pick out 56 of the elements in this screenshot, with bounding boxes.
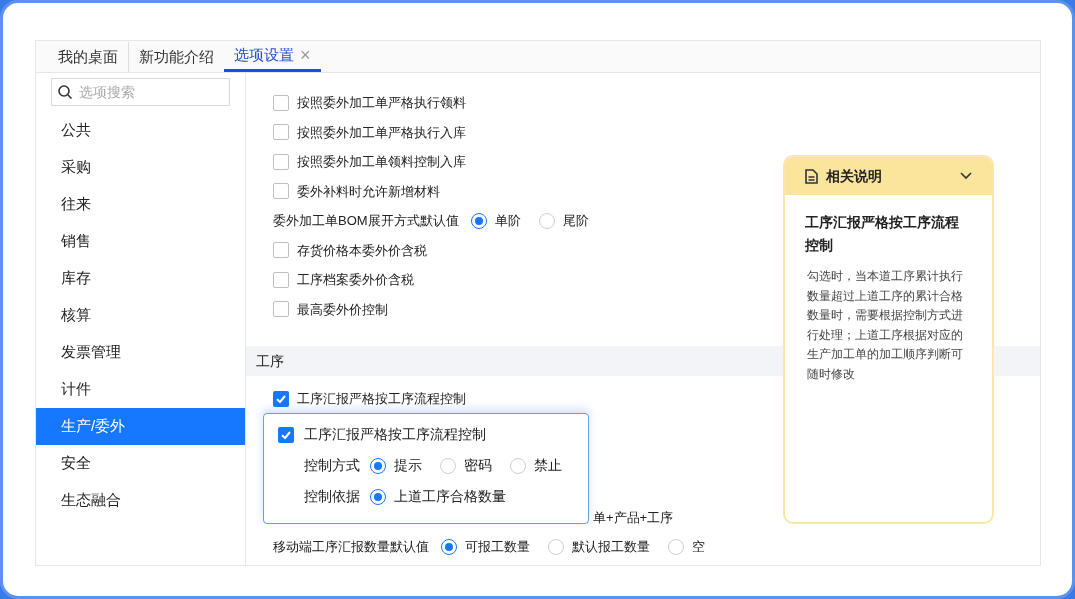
search-icon xyxy=(57,84,73,100)
sidebar-item[interactable]: 生态融合 xyxy=(36,482,245,519)
option-label: 委外加工单BOM展开方式默认值 xyxy=(273,212,459,230)
option-label: 最高委外价控制 xyxy=(297,300,388,319)
option-label: 工序汇报严格按工序流程控制 xyxy=(304,425,486,444)
sidebar-item[interactable]: 核算 xyxy=(36,297,245,334)
radio-button[interactable] xyxy=(370,457,386,474)
document-icon xyxy=(805,168,818,184)
option-label: 移动端工序汇报数量默认值 xyxy=(273,538,429,556)
tab[interactable]: 新功能介绍 xyxy=(128,42,224,72)
sidebar-item[interactable]: 销售 xyxy=(36,223,245,260)
help-heading: 工序汇报严格按工序流程控制 xyxy=(804,213,960,255)
checkbox[interactable] xyxy=(273,124,289,141)
checkbox[interactable] xyxy=(273,301,289,318)
checkbox[interactable] xyxy=(273,153,289,170)
option-label: 控制依据 xyxy=(304,487,360,506)
option-label: 存货价格本委外价含税 xyxy=(297,241,427,260)
radio-label: 上道工序合格数量 xyxy=(394,487,506,506)
radio-label: 尾阶 xyxy=(562,212,589,230)
radio-label: 禁止 xyxy=(534,456,562,475)
tab[interactable]: 选项设置 × xyxy=(224,42,321,72)
checkbox[interactable] xyxy=(273,94,289,111)
radio-label: 空 xyxy=(692,538,705,556)
sidebar-item[interactable]: 发票管理 xyxy=(36,334,245,371)
sidebar-item[interactable]: 生产/委外 xyxy=(36,408,245,445)
option-label: 工序档案委外价含税 xyxy=(297,271,414,289)
checkbox[interactable] xyxy=(273,271,289,288)
sidebar-item[interactable]: 采购 xyxy=(36,149,245,186)
checkbox[interactable] xyxy=(278,426,294,443)
sidebar-item[interactable]: 往来 xyxy=(36,186,245,223)
help-title: 相关说明 xyxy=(826,166,883,186)
tab[interactable]: 我的桌面 xyxy=(48,42,128,72)
search-field[interactable]: 选项搜索 xyxy=(51,78,230,106)
radio-label: 可报工数量 xyxy=(465,538,530,556)
radio-button[interactable] xyxy=(370,488,386,505)
option-label: 按照委外加工单严格执行入库 xyxy=(297,123,466,142)
checkbox[interactable] xyxy=(273,183,289,200)
radio-button[interactable] xyxy=(470,212,487,229)
option-label: 控制方式 xyxy=(304,456,360,475)
chevron-down-icon[interactable] xyxy=(960,172,972,180)
sidebar-item[interactable]: 库存 xyxy=(36,260,245,297)
radio-label: 默认报工数量 xyxy=(572,538,650,556)
radio-label: 单+产品+工序 xyxy=(593,508,674,527)
radio-label: 单阶 xyxy=(494,212,521,230)
checkbox[interactable] xyxy=(273,390,289,407)
option-label: 按照委外加工单严格执行领料 xyxy=(297,94,466,112)
radio-label: 提示 xyxy=(394,456,422,475)
sidebar-item[interactable]: 公共 xyxy=(36,112,245,149)
radio-label: 密码 xyxy=(464,456,492,475)
sidebar-item[interactable]: 计件 xyxy=(36,371,245,408)
checkbox[interactable] xyxy=(273,242,289,259)
sidebar-item[interactable]: 安全 xyxy=(36,445,245,482)
option-label: 委外补料时允许新增材料 xyxy=(297,182,440,201)
option-label: 按照委外加工单领料控制入库 xyxy=(297,153,466,171)
radio-button[interactable] xyxy=(441,538,457,555)
option-label: 工序汇报严格按工序流程控制 xyxy=(297,390,466,408)
